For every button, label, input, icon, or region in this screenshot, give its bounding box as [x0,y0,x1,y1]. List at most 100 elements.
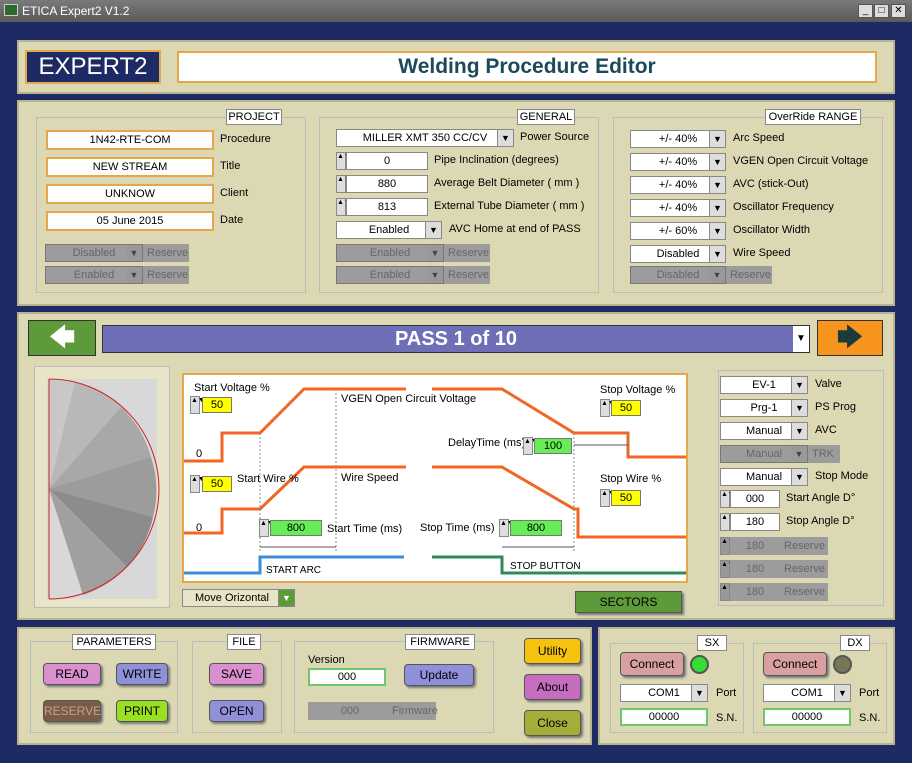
utility-button[interactable]: Utility [524,638,581,664]
close-window-button[interactable]: ✕ [891,4,906,18]
sector-graphic[interactable] [35,367,169,607]
general-reserve-label-1: Reserve [444,266,490,284]
sx-port-select[interactable]: COM1 ▼ [620,684,708,702]
firmware-title: FIRMWARE [405,634,475,650]
maximize-button[interactable]: □ [874,4,889,18]
project-reserve-select-1: Enabled ▼ [45,266,143,284]
project-reserve-label-0: Reserve [143,244,189,262]
delay-time-label: DelayTime (ms) [448,437,526,449]
stop-voltage-spinner[interactable]: ▲▼ [600,399,615,417]
reserve-spinner-1: ▲▼ [720,560,735,578]
about-button[interactable]: About [524,674,581,700]
angle-spinner-0[interactable]: ▲▼ [720,490,735,508]
vgen-label: VGEN Open Circuit Voltage [341,393,477,405]
avc-home-select[interactable]: Enabled ▼ [336,221,442,239]
general-spin-value-0[interactable]: 0 [346,152,428,170]
sx-title: SX [697,635,727,651]
firmware-label: Firmware [388,702,438,720]
override-select-2[interactable]: +/- 40% ▼ [630,176,726,194]
save-button[interactable]: SAVE [209,663,264,685]
power-source-select[interactable]: MILLER XMT 350 CC/CV ▼ [336,129,514,147]
reserve-label-1: Reserve [780,560,828,578]
general-spin-value-1[interactable]: 880 [346,175,428,193]
reserve-label-2: Reserve [780,583,828,601]
project-field-label-2: Client [220,187,249,199]
override-label-4: Oscillator Width [733,224,811,236]
pass-option-select-2[interactable]: Manual ▼ [720,422,808,440]
override-select-5[interactable]: Disabled ▼ [630,245,726,263]
stop-time-value[interactable]: 800 [510,520,562,536]
print-button[interactable]: PRINT [116,700,168,722]
reserve-spinner-0: ▲▼ [720,537,735,555]
sx-connect-button[interactable]: Connect [620,652,684,676]
override-label-3: Oscillator Frequency [733,201,834,213]
stop-mode-select[interactable]: Manual ▼ [720,468,808,486]
override-select-0[interactable]: +/- 40% ▼ [630,130,726,148]
general-spinner-0[interactable]: ▲▼ [336,152,351,170]
start-time-label: Start Time (ms) [327,523,403,535]
write-button[interactable]: WRITE [116,663,168,685]
dx-status-led [833,655,852,674]
start-wire-label: Start Wire % [237,473,299,485]
zero-label-wire: 0 [196,522,203,534]
dx-port-label: Port [859,687,880,699]
general-spin-value-2[interactable]: 813 [346,198,428,216]
pass-selector[interactable]: PASS 1 of 10 ▼ [102,325,810,353]
delay-time-spinner[interactable]: ▲▼ [523,437,538,455]
read-button[interactable]: READ [43,663,101,685]
dx-serial-field: 00000 [763,708,851,726]
override-label-1: VGEN Open Circuit Voltage [733,155,869,167]
override-select-3[interactable]: +/- 40% ▼ [630,199,726,217]
angle-spinner-1[interactable]: ▲▼ [720,513,735,531]
project-field-2[interactable]: UNKNOW [46,184,214,204]
reserve-button: RESERVE [43,700,101,722]
override-select-4[interactable]: +/- 60% ▼ [630,222,726,240]
page-title: Welding Procedure Editor [177,51,877,83]
open-button[interactable]: OPEN [209,700,264,722]
stop-voltage-value[interactable]: 50 [611,400,641,416]
delay-time-value[interactable]: 100 [534,438,572,454]
update-button[interactable]: Update [404,664,474,686]
start-time-spinner[interactable]: ▲▼ [259,519,274,537]
window-title: ETICA Expert2 V1.2 [22,4,130,18]
arrow-left-icon: 🡄 [48,322,76,352]
firmware-value: 000 [308,702,388,720]
next-pass-button[interactable]: 🡆 [817,320,883,356]
general-spin-label-1: Average Belt Diameter ( mm ) [434,177,580,189]
move-mode-select[interactable]: Move Orizontal ▼ [182,589,295,607]
start-voltage-spinner[interactable]: ▲▼ [190,396,205,414]
start-wire-spinner[interactable]: ▲▼ [190,475,205,493]
pass-option-select-0[interactable]: EV-1 ▼ [720,376,808,394]
start-voltage-value[interactable]: 50 [202,397,232,413]
dx-connect-button[interactable]: Connect [763,652,827,676]
close-button[interactable]: Close [524,710,581,736]
general-spinner-1[interactable]: ▲▼ [336,175,351,193]
project-title: PROJECT [226,109,282,125]
start-wire-value[interactable]: 50 [202,476,232,492]
start-time-value[interactable]: 800 [270,520,322,536]
stop-time-spinner[interactable]: ▲▼ [499,519,514,537]
angle-value-0[interactable]: 000 [730,490,780,508]
prev-pass-button[interactable]: 🡄 [28,320,96,356]
general-spinner-2[interactable]: ▲▼ [336,198,351,216]
project-field-1[interactable]: NEW STREAM [46,157,214,177]
sx-serial-field: 00000 [620,708,708,726]
minimize-button[interactable]: _ [858,4,873,18]
pass-option-label-1: PS Prog [815,401,856,413]
reserve-label-0: Reserve [780,537,828,555]
stop-wire-value[interactable]: 50 [611,490,641,506]
file-title: FILE [227,634,261,650]
pass-option-select-1[interactable]: Prg-1 ▼ [720,399,808,417]
project-field-0[interactable]: 1N42-RTE-COM [46,130,214,150]
stop-wire-spinner[interactable]: ▲▼ [600,489,615,507]
logo: EXPERT2 [25,50,161,84]
override-select-1[interactable]: +/- 40% ▼ [630,153,726,171]
angle-value-1[interactable]: 180 [730,513,780,531]
project-field-label-3: Date [220,214,244,226]
override-label-2: AVC (stick-Out) [733,178,809,190]
project-field-3[interactable]: 05 June 2015 [46,211,214,231]
dx-port-select[interactable]: COM1 ▼ [763,684,851,702]
stop-voltage-label: Stop Voltage % [600,384,676,396]
sectors-button[interactable]: SECTORS [575,591,682,613]
reserve-value-0: 180 [730,537,780,555]
